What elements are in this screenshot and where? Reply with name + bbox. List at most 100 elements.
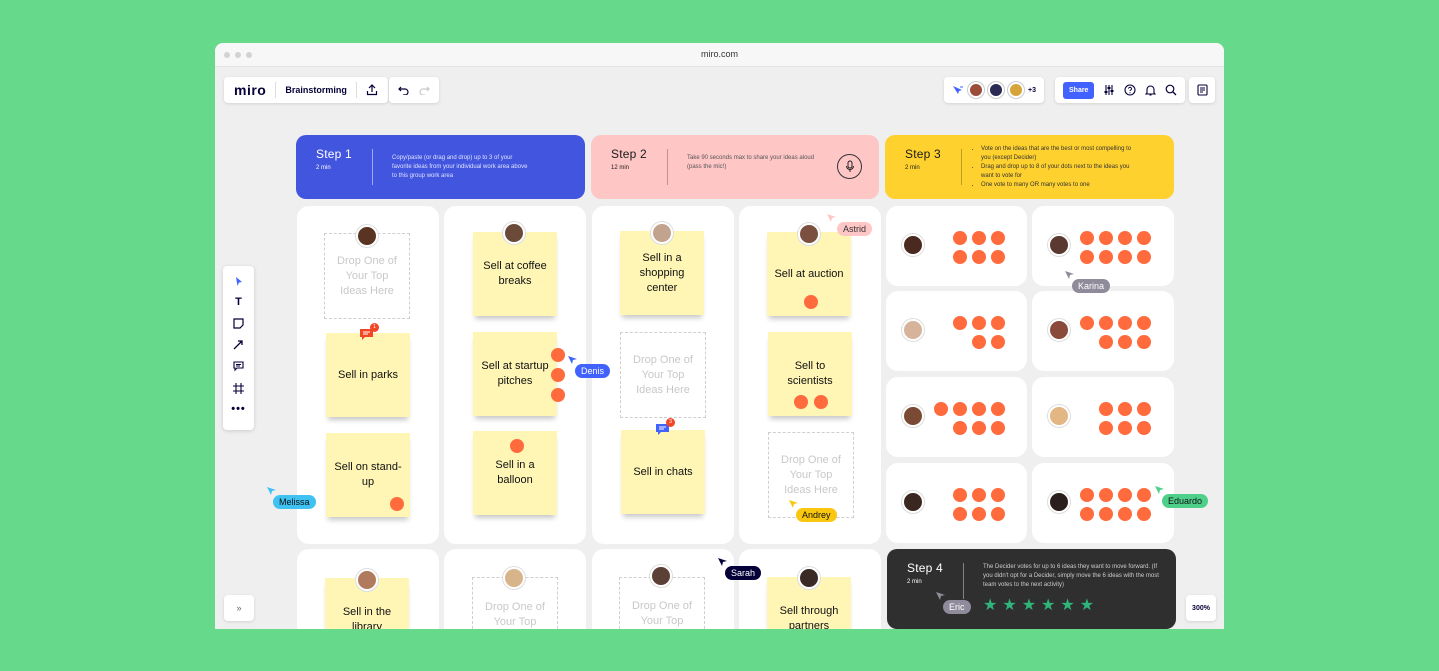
zoom-level[interactable]: 300% [1186, 595, 1216, 621]
avatar[interactable] [988, 82, 1004, 98]
vote-dot[interactable] [991, 250, 1005, 264]
vote-dot[interactable] [972, 335, 986, 349]
vote-dot[interactable] [991, 316, 1005, 330]
vote-dot[interactable] [953, 402, 967, 416]
vote-dot[interactable] [390, 497, 404, 511]
vote-dot[interactable] [991, 507, 1005, 521]
vote-dot[interactable] [551, 388, 565, 402]
vote-dot[interactable] [1137, 421, 1151, 435]
vote-dot[interactable] [804, 295, 818, 309]
avatar[interactable] [968, 82, 984, 98]
vote-dot[interactable] [953, 421, 967, 435]
connection-line-tool-icon[interactable] [223, 339, 254, 353]
star-icon[interactable]: ★ [1060, 595, 1074, 615]
vote-dot[interactable] [1099, 421, 1113, 435]
vote-dot[interactable] [1099, 488, 1113, 502]
vote-dot[interactable] [1118, 316, 1132, 330]
step-3-header[interactable]: Step 3 2 min Vote on the ideas that are … [885, 135, 1174, 199]
vote-dot[interactable] [953, 507, 967, 521]
sticky-note[interactable]: Sell at startup pitches [473, 332, 557, 416]
vote-dot[interactable] [1099, 335, 1113, 349]
vote-dot[interactable] [1080, 488, 1094, 502]
share-button[interactable]: Share [1063, 81, 1095, 99]
vote-dot[interactable] [1137, 316, 1151, 330]
vote-dot[interactable] [953, 250, 967, 264]
board-canvas[interactable]: Step 1 2 min Copy/paste (or drag and dro… [215, 103, 1224, 629]
search-icon[interactable] [1165, 84, 1177, 96]
vote-dot[interactable] [1099, 250, 1113, 264]
star-icon[interactable]: ★ [1080, 595, 1094, 615]
vote-dot[interactable] [972, 250, 986, 264]
sticky-note[interactable]: Sell at coffee breaks [473, 232, 557, 316]
vote-dot[interactable] [510, 439, 524, 453]
vote-dot[interactable] [1080, 250, 1094, 264]
undo-icon[interactable] [398, 86, 409, 95]
vote-dot[interactable] [1118, 250, 1132, 264]
vote-dot[interactable] [972, 421, 986, 435]
sticky-note[interactable]: Sell to scientists [768, 332, 852, 416]
microphone-icon[interactable] [837, 154, 862, 179]
vote-dot[interactable] [1118, 488, 1132, 502]
vote-dot[interactable] [1099, 316, 1113, 330]
comment-icon[interactable]: 3 [655, 418, 675, 441]
board-name[interactable]: Brainstorming [285, 85, 347, 95]
help-icon[interactable] [1124, 84, 1137, 96]
sticky-note-tool-icon[interactable] [223, 318, 254, 332]
vote-dot[interactable] [1099, 231, 1113, 245]
star-icon[interactable]: ★ [1002, 595, 1016, 615]
vote-dot[interactable] [794, 395, 808, 409]
vote-dot[interactable] [953, 488, 967, 502]
board-menu-button[interactable] [1189, 77, 1215, 103]
vote-dot[interactable] [991, 421, 1005, 435]
select-tool-icon[interactable] [223, 276, 254, 290]
avatar[interactable] [1008, 82, 1024, 98]
text-tool-icon[interactable]: T [223, 296, 254, 308]
star-icon[interactable]: ★ [1022, 595, 1036, 615]
decider-stars[interactable]: ★ ★ ★ ★ ★ ★ [983, 595, 1099, 615]
vote-dot[interactable] [972, 402, 986, 416]
expand-panel-button[interactable]: » [224, 595, 254, 621]
miro-logo[interactable]: miro [234, 82, 266, 98]
vote-dot[interactable] [953, 316, 967, 330]
vote-dot[interactable] [1137, 488, 1151, 502]
step-1-header[interactable]: Step 1 2 min Copy/paste (or drag and dro… [296, 135, 585, 199]
vote-dot[interactable] [1137, 250, 1151, 264]
vote-dot[interactable] [1118, 421, 1132, 435]
redo-icon[interactable] [419, 86, 430, 95]
vote-dot[interactable] [1099, 507, 1113, 521]
vote-dot[interactable] [972, 488, 986, 502]
vote-dot[interactable] [1137, 507, 1151, 521]
vote-dot[interactable] [1118, 402, 1132, 416]
vote-dot[interactable] [1137, 231, 1151, 245]
vote-dot[interactable] [1080, 316, 1094, 330]
vote-dot[interactable] [1137, 402, 1151, 416]
vote-dot[interactable] [1080, 231, 1094, 245]
vote-dot[interactable] [991, 488, 1005, 502]
drop-zone[interactable]: Drop One of Your Top Ideas Here [620, 332, 706, 418]
vote-dot[interactable] [1099, 402, 1113, 416]
step-4-header[interactable]: Step 4 2 min The Decider votes for up to… [887, 549, 1176, 629]
vote-dot[interactable] [551, 348, 565, 362]
vote-dot[interactable] [991, 402, 1005, 416]
star-icon[interactable]: ★ [1041, 595, 1055, 615]
comment-icon[interactable]: 1 [359, 323, 379, 346]
vote-dot[interactable] [1137, 335, 1151, 349]
frame-tool-icon[interactable] [223, 383, 254, 397]
drop-zone[interactable]: Drop One of Your Top Ideas Here [768, 432, 854, 518]
vote-dot[interactable] [972, 507, 986, 521]
more-tools-icon[interactable]: ••• [223, 403, 254, 415]
step-2-header[interactable]: Step 2 12 min Take 90 seconds max to sha… [591, 135, 879, 199]
star-icon[interactable]: ★ [983, 595, 997, 615]
comment-tool-icon[interactable] [223, 361, 254, 375]
vote-dot[interactable] [551, 368, 565, 382]
cursor-tracking-icon[interactable] [952, 85, 964, 95]
vote-dot[interactable] [972, 231, 986, 245]
vote-dot[interactable] [934, 402, 948, 416]
vote-dot[interactable] [814, 395, 828, 409]
vote-dot[interactable] [1118, 231, 1132, 245]
sticky-note[interactable]: Sell in chats [621, 430, 705, 514]
vote-dot[interactable] [1118, 507, 1132, 521]
settings-sliders-icon[interactable] [1103, 84, 1115, 96]
more-users-count[interactable]: +3 [1028, 87, 1036, 94]
vote-dot[interactable] [991, 335, 1005, 349]
